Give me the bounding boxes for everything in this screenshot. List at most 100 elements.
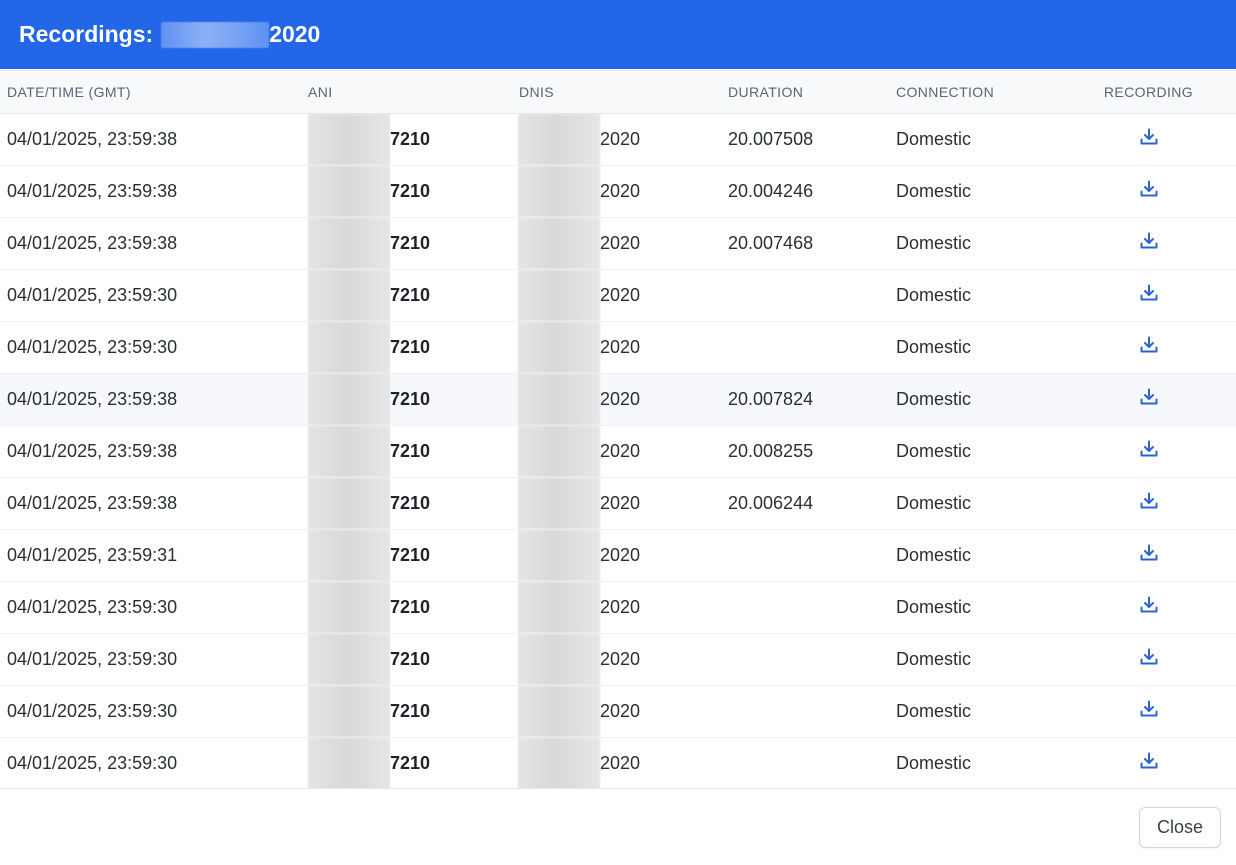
ani-visible-digits: 7210 <box>390 285 431 305</box>
column-header-ani: ANI <box>308 84 333 100</box>
cell-recording <box>1083 634 1236 686</box>
redacted-block <box>308 322 390 373</box>
redacted-block <box>518 374 600 425</box>
download-icon[interactable] <box>1139 491 1159 511</box>
dialog-header: Recordings: 2020 <box>0 0 1236 69</box>
cell-connection: Domestic <box>896 753 972 773</box>
redacted-block <box>308 166 390 217</box>
redacted-block <box>518 322 600 373</box>
dnis-visible-digits: 2020 <box>600 545 641 565</box>
dnis-visible-digits: 2020 <box>600 649 641 669</box>
download-icon[interactable] <box>1139 699 1159 719</box>
redacted-block <box>518 478 600 529</box>
cell-duration: 20.007508 <box>728 129 814 149</box>
cell-datetime: 04/01/2025, 23:59:30 <box>7 597 178 617</box>
cell-datetime: 04/01/2025, 23:59:38 <box>7 129 178 149</box>
cell-recording <box>1083 530 1236 582</box>
table-row: 04/01/2025, 23:59:38 7210 2020 20.007468 Dom… <box>0 218 1236 270</box>
cell-connection: Domestic <box>896 129 972 149</box>
cell-duration <box>721 270 889 322</box>
cell-dnis: 2020 <box>512 738 721 788</box>
cell-datetime: 04/01/2025, 23:59:30 <box>7 649 178 669</box>
redacted-block <box>308 634 390 685</box>
dnis-visible-digits: 2020 <box>600 493 641 513</box>
cell-datetime: 04/01/2025, 23:59:30 <box>7 753 178 773</box>
cell-dnis: 2020 <box>512 582 721 634</box>
download-icon[interactable] <box>1139 543 1159 563</box>
cell-ani: 7210 <box>301 114 512 166</box>
cell-ani: 7210 <box>301 270 512 322</box>
download-icon[interactable] <box>1139 439 1159 459</box>
cell-connection: Domestic <box>896 441 972 461</box>
download-icon[interactable] <box>1139 283 1159 303</box>
download-icon[interactable] <box>1139 179 1159 199</box>
cell-dnis: 2020 <box>512 270 721 322</box>
redacted-block <box>518 270 600 321</box>
ani-visible-digits: 7210 <box>390 233 431 253</box>
redacted-block <box>308 374 390 425</box>
dnis-visible-digits: 2020 <box>600 129 641 149</box>
table-row: 04/01/2025, 23:59:30 7210 2020 Domestic <box>0 634 1236 686</box>
redacted-block <box>308 426 390 477</box>
dnis-visible-digits: 2020 <box>600 597 641 617</box>
dnis-visible-digits: 2020 <box>600 701 641 721</box>
cell-ani: 7210 <box>301 166 512 218</box>
cell-datetime: 04/01/2025, 23:59:30 <box>7 285 178 305</box>
download-icon[interactable] <box>1139 335 1159 355</box>
column-header-connection: CONNECTION <box>896 84 995 100</box>
cell-recording <box>1083 270 1236 322</box>
dnis-visible-digits: 2020 <box>600 181 641 201</box>
table-header-row: DATE/TIME (GMT) ANI DNIS DURATION CONNEC… <box>0 70 1236 114</box>
cell-recording <box>1083 114 1236 166</box>
download-icon[interactable] <box>1139 387 1159 407</box>
cell-recording <box>1083 218 1236 270</box>
cell-recording <box>1083 426 1236 478</box>
redacted-block <box>308 686 390 737</box>
cell-connection: Domestic <box>896 545 972 565</box>
download-icon[interactable] <box>1139 751 1159 771</box>
cell-dnis: 2020 <box>512 426 721 478</box>
close-button[interactable]: Close <box>1139 807 1221 848</box>
table-row: 04/01/2025, 23:59:31 7210 2020 Domestic <box>0 530 1236 582</box>
table-row: 04/01/2025, 23:59:38 7210 2020 20.006244 Dom… <box>0 478 1236 530</box>
cell-dnis: 2020 <box>512 686 721 738</box>
cell-dnis: 2020 <box>512 218 721 270</box>
ani-visible-digits: 7210 <box>390 493 431 513</box>
ani-visible-digits: 7210 <box>390 441 431 461</box>
download-icon[interactable] <box>1139 595 1159 615</box>
download-icon[interactable] <box>1139 647 1159 667</box>
cell-dnis: 2020 <box>512 634 721 686</box>
cell-duration: 20.008255 <box>728 441 814 461</box>
ani-visible-digits: 7210 <box>390 701 431 721</box>
cell-duration <box>721 582 889 634</box>
column-header-recording: RECORDING <box>1103 84 1194 100</box>
dnis-visible-digits: 2020 <box>600 337 641 357</box>
ani-visible-digits: 7210 <box>390 181 431 201</box>
redacted-block <box>518 582 600 633</box>
cell-duration <box>721 686 889 738</box>
cell-connection: Domestic <box>896 597 972 617</box>
recordings-table-container[interactable]: DATE/TIME (GMT) ANI DNIS DURATION CONNEC… <box>0 70 1236 789</box>
cell-connection: Domestic <box>896 181 972 201</box>
download-icon[interactable] <box>1139 231 1159 251</box>
dnis-visible-digits: 2020 <box>600 441 641 461</box>
ani-visible-digits: 7210 <box>390 753 431 773</box>
table-row: 04/01/2025, 23:59:30 7210 2020 Domestic <box>0 738 1236 789</box>
cell-recording <box>1083 322 1236 374</box>
dialog-title: Recordings: 2020 <box>19 21 320 48</box>
table-row: 04/01/2025, 23:59:30 7210 2020 Domestic <box>0 322 1236 374</box>
redacted-block <box>308 738 390 788</box>
ani-visible-digits: 7210 <box>390 389 431 409</box>
cell-recording <box>1083 738 1236 789</box>
redacted-block <box>308 114 390 165</box>
download-icon[interactable] <box>1139 127 1159 147</box>
table-row: 04/01/2025, 23:59:30 7210 2020 Domestic <box>0 686 1236 738</box>
title-suffix: 2020 <box>269 21 321 47</box>
dialog-footer: Close <box>0 789 1236 865</box>
cell-connection: Domestic <box>896 701 972 721</box>
redacted-block <box>308 270 390 321</box>
cell-duration: 20.006244 <box>728 493 814 513</box>
cell-datetime: 04/01/2025, 23:59:38 <box>7 441 178 461</box>
cell-duration <box>721 322 889 374</box>
dnis-visible-digits: 2020 <box>600 285 641 305</box>
